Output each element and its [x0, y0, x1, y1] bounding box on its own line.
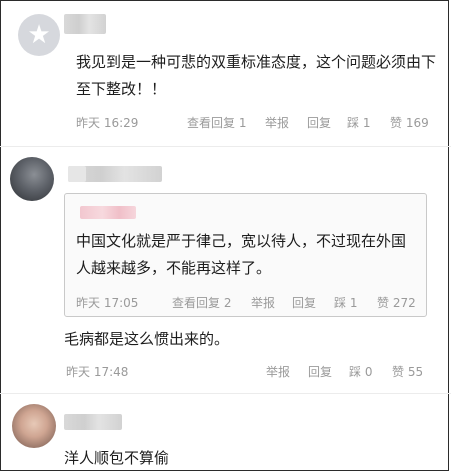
- like-button[interactable]: 赞 55: [392, 363, 423, 380]
- quoted-meta-row: 昨天 17:05 查看回复 2 举报 回复 踩 1 赞 272: [0, 294, 451, 310]
- divider: [0, 146, 451, 147]
- avatar[interactable]: [12, 404, 56, 448]
- view-replies-link[interactable]: 查看回复 2: [172, 294, 231, 311]
- comment-time: 昨天 16:29: [76, 116, 139, 130]
- comment-time: 昨天 17:48: [66, 365, 129, 379]
- report-button[interactable]: 举报: [251, 294, 275, 311]
- quoted-time: 昨天 17:05: [76, 296, 139, 310]
- divider: [0, 393, 451, 394]
- star-icon: ★: [27, 20, 51, 50]
- report-button[interactable]: 举报: [265, 114, 289, 131]
- reply-button[interactable]: 回复: [308, 363, 332, 380]
- blurred-username[interactable]: [64, 414, 122, 430]
- report-button[interactable]: 举报: [266, 363, 290, 380]
- view-replies-link[interactable]: 查看回复 1: [187, 114, 246, 131]
- comment-text: 毛病都是这么惯出来的。: [64, 330, 230, 348]
- avatar[interactable]: [10, 157, 54, 201]
- dislike-button[interactable]: 踩 0: [349, 363, 372, 380]
- like-button[interactable]: 赞 169: [390, 114, 429, 131]
- reply-button[interactable]: 回复: [307, 114, 331, 131]
- dislike-button[interactable]: 踩 1: [347, 114, 370, 131]
- quoted-comment-text: 中国文化就是严于律己，宽以待人，不过现在外国人越来越多，不能再这样了。: [76, 232, 407, 277]
- blurred-username[interactable]: [64, 14, 106, 34]
- blurred-quoted-username[interactable]: [80, 206, 136, 219]
- avatar[interactable]: ★: [18, 14, 60, 56]
- comment-text: 洋人顺包不算偷: [64, 449, 170, 467]
- comment-meta-row: 昨天 16:29 查看回复 1 举报 回复 踩 1 赞 169: [0, 114, 451, 130]
- comment-text: 我见到是一种可悲的双重标准态度，这个问题必须由下至下整改！！: [76, 53, 437, 98]
- dislike-button[interactable]: 踩 1: [334, 294, 357, 311]
- like-button[interactable]: 赞 272: [377, 294, 416, 311]
- reply-button[interactable]: 回复: [292, 294, 316, 311]
- blurred-username-part: [68, 166, 86, 182]
- comment-meta-row: 昨天 17:48 举报 回复 踩 0 赞 55: [0, 363, 451, 379]
